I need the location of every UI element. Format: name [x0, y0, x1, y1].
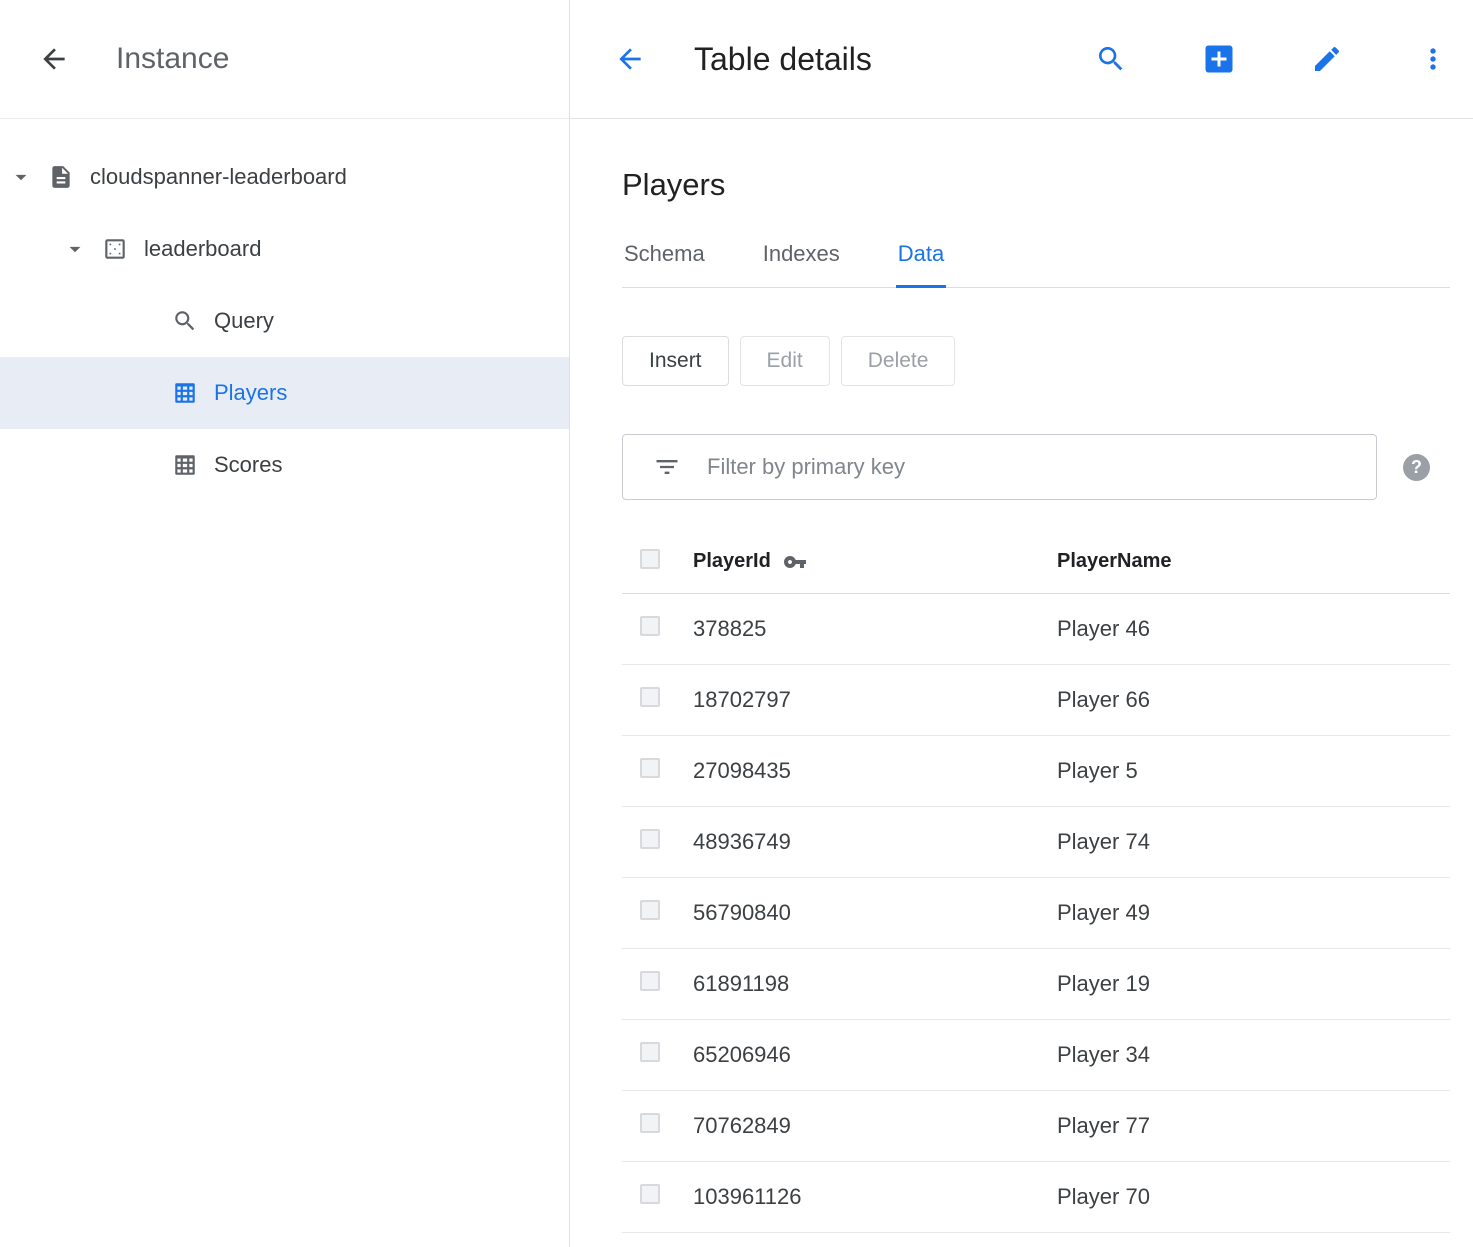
player-name-cell: Player 66	[1057, 687, 1450, 713]
player-name-cell: Player 34	[1057, 1042, 1450, 1068]
player-name-cell: Player 5	[1057, 758, 1450, 784]
back-arrow-icon[interactable]	[38, 43, 70, 75]
filter-row	[622, 434, 1450, 500]
row-checkbox[interactable]	[640, 900, 660, 920]
row-checkbox[interactable]	[640, 829, 660, 849]
column-header-playerid: PlayerId	[693, 550, 1057, 574]
query-search-icon	[172, 308, 198, 334]
table-row[interactable]: 70762849Player 77	[622, 1091, 1450, 1162]
back-arrow-icon[interactable]	[614, 43, 646, 75]
table-row[interactable]: 18702797Player 66	[622, 665, 1450, 736]
row-checkbox[interactable]	[640, 616, 660, 636]
player-name-cell: Player 19	[1057, 971, 1450, 997]
player-id-cell: 103961126	[693, 1184, 1057, 1210]
player-name-cell: Player 70	[1057, 1184, 1450, 1210]
table-icon	[172, 380, 198, 406]
data-table-body: 378825Player 4618702797Player 6627098435…	[622, 594, 1450, 1233]
database-icon	[48, 164, 74, 190]
row-checkbox[interactable]	[640, 1113, 660, 1133]
table-row[interactable]: 65206946Player 34	[622, 1020, 1450, 1091]
tree-item-label: Players	[214, 380, 287, 406]
filter-primary-key-input[interactable]	[707, 454, 1356, 480]
filter-box	[622, 434, 1377, 500]
tree-item-label: leaderboard	[144, 236, 261, 262]
tree-item-query[interactable]: Query	[0, 285, 569, 357]
row-checkbox[interactable]	[640, 1184, 660, 1204]
tree-item-scores[interactable]: Scores	[0, 429, 569, 501]
table-row[interactable]: 61891198Player 19	[622, 949, 1450, 1020]
primary-key-icon	[783, 550, 807, 574]
more-vert-icon[interactable]	[1417, 43, 1449, 75]
player-name-cell: Player 46	[1057, 616, 1450, 642]
player-id-cell: 27098435	[693, 758, 1057, 784]
table-row[interactable]: 56790840Player 49	[622, 878, 1450, 949]
main-panel: Table details Players Schema Indexes Dat…	[570, 0, 1473, 1247]
table-row[interactable]: 48936749Player 74	[622, 807, 1450, 878]
table-icon	[172, 452, 198, 478]
search-icon[interactable]	[1095, 43, 1127, 75]
database-tree: cloudspanner-leaderboard leaderboard Que…	[0, 119, 569, 501]
column-header-playername: PlayerName	[1057, 550, 1450, 573]
tab-indexes[interactable]: Indexes	[761, 241, 842, 288]
main-header: Table details	[570, 0, 1473, 119]
player-name-cell: Player 77	[1057, 1113, 1450, 1139]
sidebar: Instance cloudspanner-leaderboard leader…	[0, 0, 570, 1247]
caret-down-icon[interactable]	[8, 164, 34, 190]
player-id-cell: 70762849	[693, 1113, 1057, 1139]
player-id-cell: 18702797	[693, 687, 1057, 713]
players-data-table: PlayerId PlayerName 378825Player 4618702…	[622, 530, 1450, 1233]
edit-button[interactable]: Edit	[740, 336, 830, 386]
player-id-cell: 56790840	[693, 900, 1057, 926]
select-all-checkbox[interactable]	[640, 549, 660, 569]
table-details-content: Players Schema Indexes Data Insert Edit …	[570, 119, 1473, 1247]
header-actions	[1095, 41, 1449, 77]
row-actions-toolbar: Insert Edit Delete	[622, 336, 1450, 386]
row-checkbox[interactable]	[640, 758, 660, 778]
page-title: Players	[622, 167, 1450, 203]
sidebar-title: Instance	[116, 42, 229, 76]
help-icon[interactable]	[1403, 454, 1430, 481]
page-header-title: Table details	[694, 41, 872, 78]
row-checkbox[interactable]	[640, 1042, 660, 1062]
table-row[interactable]: 378825Player 46	[622, 594, 1450, 665]
player-id-cell: 48936749	[693, 829, 1057, 855]
tree-item-players[interactable]: Players	[0, 357, 569, 429]
delete-button[interactable]: Delete	[841, 336, 956, 386]
table-header-row: PlayerId PlayerName	[622, 530, 1450, 594]
player-id-cell: 378825	[693, 616, 1057, 642]
row-checkbox[interactable]	[640, 971, 660, 991]
schema-icon	[102, 236, 128, 262]
tree-item-label: Scores	[214, 452, 282, 478]
player-id-cell: 65206946	[693, 1042, 1057, 1068]
sidebar-header: Instance	[0, 0, 569, 119]
row-checkbox[interactable]	[640, 687, 660, 707]
table-row[interactable]: 27098435Player 5	[622, 736, 1450, 807]
table-row[interactable]: 103961126Player 70	[622, 1162, 1450, 1233]
tree-item-leaderboard[interactable]: leaderboard	[0, 213, 569, 285]
player-name-cell: Player 74	[1057, 829, 1450, 855]
tab-bar: Schema Indexes Data	[622, 241, 1450, 288]
tree-item-label: Query	[214, 308, 274, 334]
edit-pencil-icon[interactable]	[1311, 43, 1343, 75]
tree-item-database[interactable]: cloudspanner-leaderboard	[0, 141, 569, 213]
insert-button[interactable]: Insert	[622, 336, 729, 386]
add-box-icon[interactable]	[1201, 41, 1237, 77]
tree-item-label: cloudspanner-leaderboard	[90, 164, 347, 190]
tab-schema[interactable]: Schema	[622, 241, 707, 288]
filter-list-icon	[653, 453, 681, 481]
tab-data[interactable]: Data	[896, 241, 946, 288]
player-name-cell: Player 49	[1057, 900, 1450, 926]
caret-down-icon[interactable]	[62, 236, 88, 262]
player-id-cell: 61891198	[693, 971, 1057, 997]
